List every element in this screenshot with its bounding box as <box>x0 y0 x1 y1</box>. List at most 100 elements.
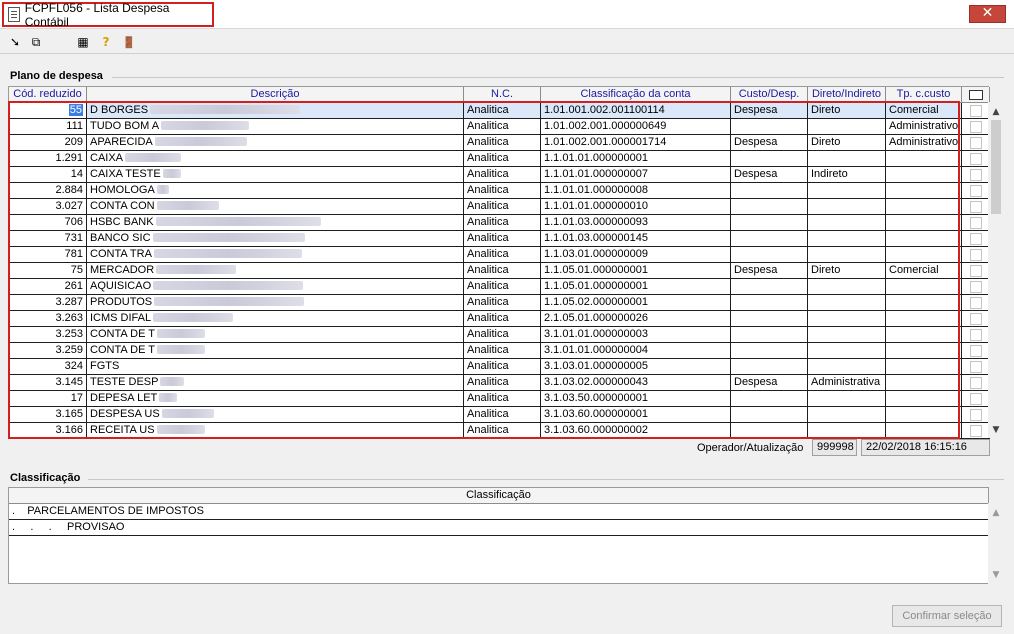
cell-select[interactable] <box>962 311 990 327</box>
cell-direto[interactable] <box>808 391 886 407</box>
cell-cod[interactable]: 3.287 <box>9 295 87 311</box>
cell-custo[interactable] <box>731 119 808 135</box>
cell-direto[interactable] <box>808 311 886 327</box>
cell-select[interactable] <box>962 167 990 183</box>
confirmar-selecao-button[interactable]: Confirmar seleção <box>892 605 1002 627</box>
row-checkbox[interactable] <box>970 376 982 389</box>
table-row[interactable]: 706 HSBC BANK Analitica 1.1.01.03.000000093 <box>9 215 990 231</box>
cell-cod[interactable]: 3.165 <box>9 407 87 423</box>
cell-custo[interactable] <box>731 199 808 215</box>
cell-classificacao[interactable]: 1.1.01.03.000000145 <box>541 231 731 247</box>
cell-classificacao[interactable]: 1.1.01.03.000000093 <box>541 215 731 231</box>
cell-tp[interactable] <box>886 391 962 407</box>
cell-nc[interactable]: Analitica <box>464 295 541 311</box>
cell-nc[interactable]: Analitica <box>464 103 541 119</box>
cell-cod[interactable]: 111 <box>9 119 87 135</box>
row-checkbox[interactable] <box>970 312 982 325</box>
plano-grid[interactable]: Cód. reduzido Descrição N.C. Classificaç… <box>8 86 990 439</box>
cell-select[interactable] <box>962 375 990 391</box>
cell-custo[interactable] <box>731 391 808 407</box>
cell-custo[interactable] <box>731 423 808 439</box>
cell-direto[interactable] <box>808 279 886 295</box>
cell-descricao[interactable]: D BORGES <box>87 103 464 119</box>
cell-cod[interactable]: 324 <box>9 359 87 375</box>
cell-select[interactable] <box>962 343 990 359</box>
table-row[interactable]: 209 APARECIDA Analitica 1.01.002.001.000001… <box>9 135 990 151</box>
cell-classificacao[interactable]: 1.01.001.002.001100114 <box>541 103 731 119</box>
cell-cod[interactable]: 261 <box>9 279 87 295</box>
cell-cod[interactable]: 14 <box>9 167 87 183</box>
cell-direto[interactable] <box>808 183 886 199</box>
cell-select[interactable] <box>962 183 990 199</box>
cell-classificacao[interactable]: 1.1.05.01.000000001 <box>541 279 731 295</box>
row-checkbox[interactable] <box>970 264 982 277</box>
cell-descricao[interactable]: AQUISICAO <box>87 279 464 295</box>
cell-classificacao[interactable]: 3.1.03.60.000000001 <box>541 407 731 423</box>
cell-descricao[interactable]: CONTA TRA <box>87 247 464 263</box>
cell-direto[interactable]: Direto <box>808 263 886 279</box>
cell-custo[interactable]: Despesa <box>731 375 808 391</box>
scroll-down-icon[interactable]: ▼ <box>988 567 1004 583</box>
cell-direto[interactable]: Administrativa <box>808 375 886 391</box>
col-cod-reduzido[interactable]: Cód. reduzido <box>9 87 87 103</box>
cell-direto[interactable] <box>808 423 886 439</box>
cell-direto[interactable] <box>808 247 886 263</box>
arrow-icon[interactable]: ➘ <box>7 34 23 50</box>
cell-cod[interactable]: 3.263 <box>9 311 87 327</box>
cell-select[interactable] <box>962 215 990 231</box>
cell-direto[interactable]: Direto <box>808 103 886 119</box>
cell-tp[interactable] <box>886 423 962 439</box>
row-checkbox[interactable] <box>970 216 982 229</box>
cell-tp[interactable]: Administrativo <box>886 119 962 135</box>
cell-classificacao[interactable]: 3.1.03.02.000000043 <box>541 375 731 391</box>
table-row[interactable]: 3.027 CONTA CON Analitica 1.1.01.01.0000000… <box>9 199 990 215</box>
col-descricao[interactable]: Descrição <box>87 87 464 103</box>
cell-descricao[interactable]: CAIXA <box>87 151 464 167</box>
cell-tp[interactable] <box>886 343 962 359</box>
cell-select[interactable] <box>962 151 990 167</box>
table-row[interactable]: 1.291 CAIXA Analitica 1.1.01.01.000000001 <box>9 151 990 167</box>
cell-cod[interactable]: 3.253 <box>9 327 87 343</box>
table-row[interactable]: 781 CONTA TRA Analitica 1.1.03.01.000000009 <box>9 247 990 263</box>
cell-classificacao[interactable]: 2.1.05.01.000000026 <box>541 311 731 327</box>
cell-descricao[interactable]: CONTA CON <box>87 199 464 215</box>
cell-nc[interactable]: Analitica <box>464 199 541 215</box>
cell-custo[interactable]: Despesa <box>731 103 808 119</box>
cell-nc[interactable]: Analitica <box>464 167 541 183</box>
cell-tp[interactable] <box>886 327 962 343</box>
cell-tp[interactable] <box>886 199 962 215</box>
cell-cod[interactable]: 781 <box>9 247 87 263</box>
cell-tp[interactable] <box>886 167 962 183</box>
cell-descricao[interactable]: HOMOLOGA <box>87 183 464 199</box>
cell-classificacao[interactable]: 1.01.002.001.000001714 <box>541 135 731 151</box>
cell-nc[interactable]: Analitica <box>464 343 541 359</box>
table-row[interactable]: 261 AQUISICAO Analitica 1.1.05.01.000000001 <box>9 279 990 295</box>
col-classificacao[interactable]: Classificação da conta <box>541 87 731 103</box>
cell-tp[interactable] <box>886 295 962 311</box>
cell-nc[interactable]: Analitica <box>464 359 541 375</box>
cell-custo[interactable]: Despesa <box>731 135 808 151</box>
cell-select[interactable] <box>962 135 990 151</box>
cell-cod[interactable]: 706 <box>9 215 87 231</box>
cell-select[interactable] <box>962 119 990 135</box>
table-row[interactable]: 3.259 CONTA DE T Analitica 3.1.01.01.000000… <box>9 343 990 359</box>
cell-classificacao[interactable]: 1.1.01.01.000000001 <box>541 151 731 167</box>
plano-scrollbar[interactable]: ▲ ▼ <box>988 102 1004 438</box>
cell-custo[interactable] <box>731 151 808 167</box>
cell-nc[interactable]: Analitica <box>464 327 541 343</box>
row-checkbox[interactable] <box>970 104 982 117</box>
table-row[interactable]: 731 BANCO SIC Analitica 1.1.01.03.000000145 <box>9 231 990 247</box>
row-checkbox[interactable] <box>970 200 982 213</box>
col-nc[interactable]: N.C. <box>464 87 541 103</box>
help-icon[interactable]: ? <box>98 34 114 50</box>
cell-select[interactable] <box>962 327 990 343</box>
cell-nc[interactable]: Analitica <box>464 247 541 263</box>
cell-descricao[interactable]: TESTE DESP <box>87 375 464 391</box>
cell-custo[interactable] <box>731 247 808 263</box>
cell-nc[interactable]: Analitica <box>464 231 541 247</box>
cell-descricao[interactable]: ICMS DIFAL <box>87 311 464 327</box>
cell-direto[interactable] <box>808 231 886 247</box>
cell-nc[interactable]: Analitica <box>464 263 541 279</box>
cell-descricao[interactable]: APARECIDA <box>87 135 464 151</box>
scroll-thumb[interactable] <box>991 120 1001 214</box>
